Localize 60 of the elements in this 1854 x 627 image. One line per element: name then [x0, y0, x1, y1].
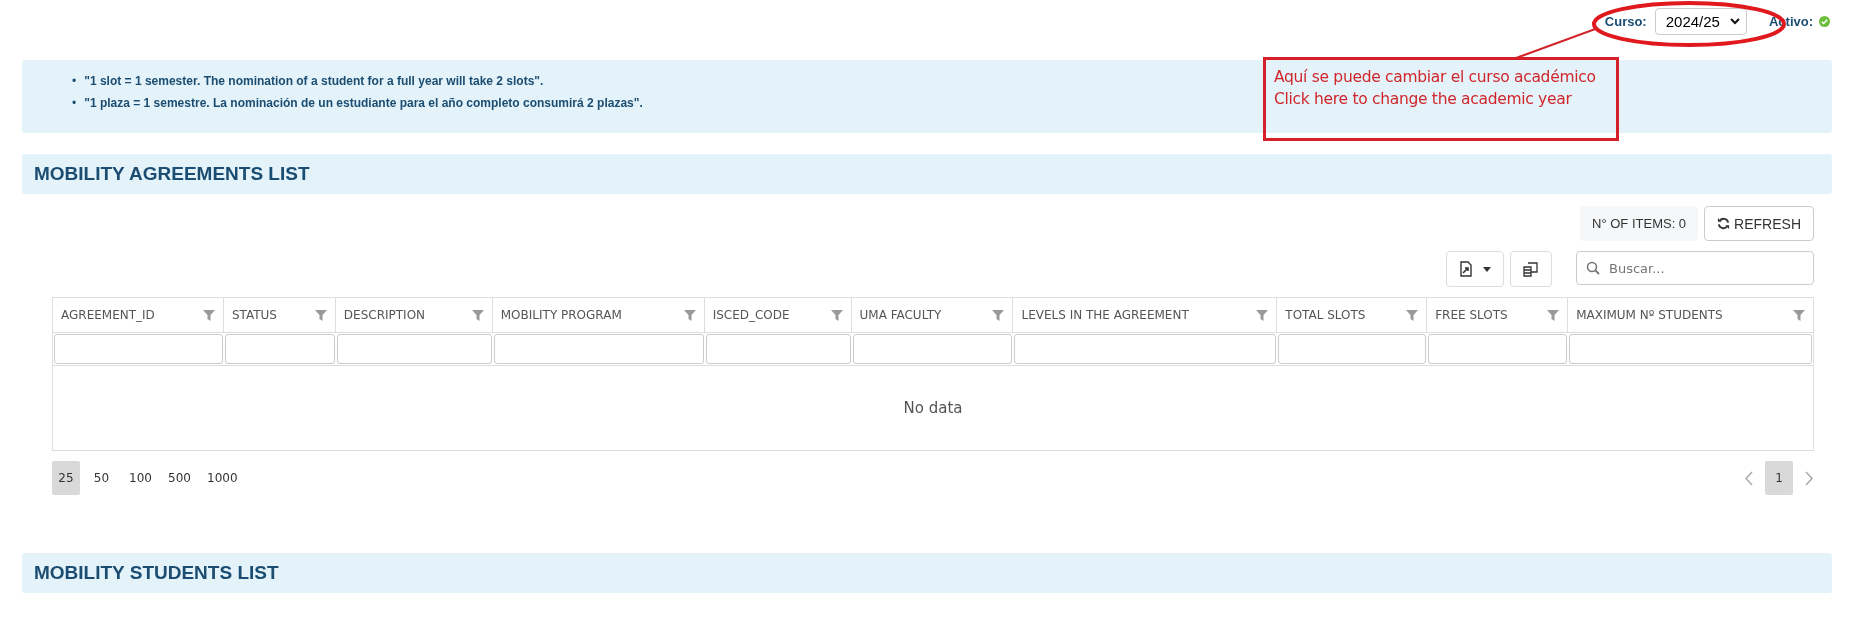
column-header: STATUS — [231, 308, 277, 322]
columns-icon — [1523, 261, 1539, 277]
page-button[interactable]: 1 — [1765, 461, 1793, 495]
caret-icon — [1483, 266, 1491, 272]
filter-input[interactable] — [1278, 334, 1427, 364]
course-select[interactable]: 2024/25 — [1654, 7, 1747, 35]
annotation-text: Click here to change the academic year — [1274, 89, 1573, 110]
column-header: MAXIMUM Nº STUDENTS — [1576, 308, 1723, 322]
filter-icon[interactable] — [1793, 309, 1805, 321]
filter-input[interactable] — [54, 334, 223, 364]
filter-icon[interactable] — [202, 309, 215, 321]
filter-input[interactable] — [1569, 334, 1812, 364]
filter-icon[interactable] — [314, 309, 327, 321]
filter-input[interactable] — [705, 334, 851, 364]
filter-icon[interactable] — [992, 309, 1005, 321]
item-count: N° OF ITEMS: 0 — [1580, 206, 1699, 241]
bullet: • — [72, 95, 77, 111]
page-size-option[interactable]: 50 — [84, 461, 119, 495]
file-export-icon — [1459, 261, 1473, 277]
page-size-option[interactable]: 500 — [162, 461, 197, 495]
page-size-option[interactable]: 100 — [123, 461, 158, 495]
filter-icon[interactable] — [1547, 309, 1560, 321]
section-title: MOBILITY STUDENTS LIST — [34, 562, 279, 584]
page-size-option[interactable]: 1000 — [201, 461, 244, 495]
refresh-icon — [1717, 217, 1731, 230]
empty-message: No data — [903, 399, 963, 417]
refresh-button[interactable]: REFRESH — [1704, 206, 1814, 241]
annotation-text: Aquí se puede cambiar el curso académico — [1274, 67, 1597, 88]
chevron-down-icon — [1729, 17, 1740, 25]
column-header: AGREEMENT_ID — [61, 308, 155, 322]
column-header: UMA FACULTY — [859, 308, 942, 322]
notice-item: "1 plaza = 1 semestre. La nominación de un estudiante para el año completo consumirá 2 plazas". — [84, 95, 643, 111]
filter-icon[interactable] — [471, 309, 484, 321]
page-size-option[interactable]: 25 — [52, 461, 80, 495]
column-header: MOBILITY PROGRAM — [500, 308, 622, 322]
column-chooser-button[interactable] — [1510, 251, 1552, 287]
filter-input[interactable] — [852, 334, 1013, 364]
filter-input[interactable] — [493, 334, 704, 364]
chevron-left-icon[interactable] — [1744, 470, 1753, 486]
column-header: DESCRIPTION — [343, 308, 426, 322]
filter-icon[interactable] — [1256, 309, 1269, 321]
bullet: • — [72, 73, 77, 89]
filter-input[interactable] — [1428, 334, 1568, 364]
notice-item: "1 slot = 1 semester. The nomination of a student for a full year will take 2 slots". — [84, 73, 544, 89]
column-header: LEVELS IN THE AGREEMENT — [1021, 308, 1189, 322]
column-header: TOTAL SLOTS — [1285, 308, 1366, 322]
section-title: MOBILITY AGREEMENTS LIST — [34, 163, 310, 185]
export-button[interactable] — [1446, 251, 1504, 287]
course-label: Curso: — [1604, 13, 1647, 29]
search-field[interactable]: Buscar... — [1576, 251, 1814, 285]
filter-icon[interactable] — [683, 309, 696, 321]
chevron-right-icon[interactable] — [1805, 470, 1814, 486]
column-header: ISCED_CODE — [712, 308, 790, 322]
column-header: FREE SLOTS — [1435, 308, 1508, 322]
filter-input[interactable] — [224, 334, 335, 364]
filter-input[interactable] — [1014, 334, 1277, 364]
filter-icon[interactable] — [1406, 309, 1419, 321]
filter-input[interactable] — [336, 334, 492, 364]
filter-icon[interactable] — [830, 309, 843, 321]
search-icon — [1586, 261, 1600, 275]
